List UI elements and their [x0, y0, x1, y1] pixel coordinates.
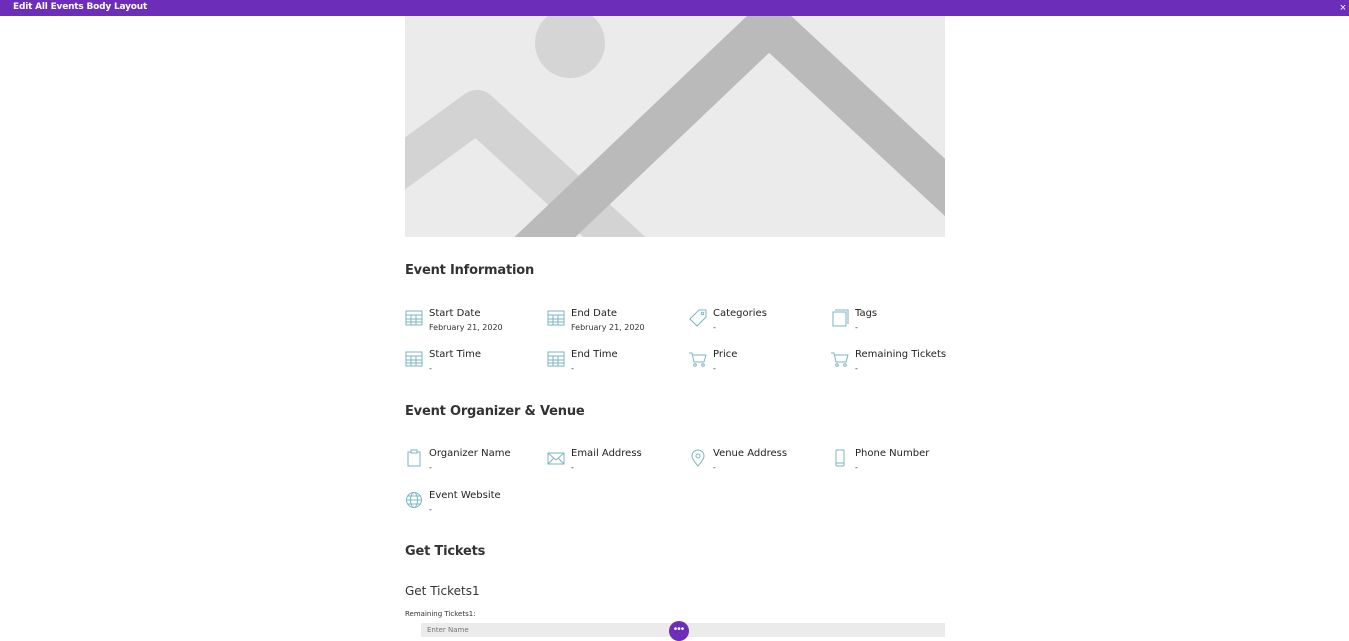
info-label: Organizer Name: [429, 448, 511, 459]
calendar-icon: [405, 310, 423, 326]
info-price: Price -: [689, 349, 829, 381]
info-value: -: [713, 323, 716, 332]
info-label: Event Website: [429, 490, 501, 501]
map-pin-icon: [691, 449, 705, 467]
info-end-time: End Time -: [547, 349, 687, 381]
get-tickets-heading: Get Tickets: [405, 544, 486, 559]
info-remaining-tickets: Remaining Tickets -: [831, 349, 971, 381]
info-value: -: [571, 463, 574, 472]
info-value: -: [713, 364, 716, 373]
info-value: -: [429, 463, 432, 472]
info-label: End Time: [571, 349, 618, 360]
info-label: Categories: [713, 308, 767, 319]
organizer-venue-heading: Event Organizer & Venue: [405, 404, 585, 419]
info-end-date: End Date February 21, 2020: [547, 308, 687, 340]
info-value: -: [429, 364, 432, 373]
info-venue-address: Venue Address -: [689, 448, 829, 480]
info-organizer-name: Organizer Name -: [405, 448, 545, 480]
info-value: -: [571, 364, 574, 373]
info-label: Phone Number: [855, 448, 930, 459]
info-label: End Date: [571, 308, 618, 319]
cart-icon: [689, 352, 707, 367]
info-categories: Categories -: [689, 308, 829, 340]
calendar-icon: [547, 310, 565, 326]
info-label: Email Address: [571, 448, 642, 459]
builder-topbar: Edit All Events Body Layout ×: [0, 0, 1349, 16]
tag-icon: [689, 309, 707, 327]
info-label: Start Date: [429, 308, 481, 319]
cart-icon: [831, 352, 849, 367]
info-event-website: Event Website -: [405, 490, 545, 522]
more-icon[interactable]: •••: [669, 621, 689, 641]
info-value: -: [713, 463, 716, 472]
info-start-date: Start Date February 21, 2020: [405, 308, 545, 340]
info-email-address: Email Address -: [547, 448, 687, 480]
clipboard-icon: [407, 449, 421, 467]
info-label: Tags: [855, 308, 878, 319]
info-value: February 21, 2020: [571, 323, 645, 332]
calendar-icon: [405, 351, 423, 367]
image-placeholder-icon: [405, 16, 945, 237]
info-label: Remaining Tickets: [855, 349, 947, 360]
info-phone-number: Phone Number -: [831, 448, 971, 480]
globe-icon: [406, 492, 422, 508]
tags-icon: [832, 309, 849, 327]
info-tags: Tags -: [831, 308, 971, 340]
info-value: -: [855, 323, 858, 332]
info-label: Price: [713, 349, 738, 360]
close-icon[interactable]: ×: [1337, 0, 1349, 16]
builder-title: Edit All Events Body Layout: [13, 2, 148, 12]
info-start-time: Start Time -: [405, 349, 545, 381]
calendar-icon: [547, 351, 565, 367]
phone-icon: [835, 449, 845, 467]
info-label: Venue Address: [713, 448, 788, 459]
remaining-tickets-label: Remaining Tickets1:: [405, 610, 476, 618]
info-value: -: [855, 463, 858, 472]
envelope-icon: [547, 452, 565, 465]
info-value: February 21, 2020: [429, 323, 503, 332]
ticket-type-title: Get Tickets1: [405, 584, 480, 598]
info-value: -: [855, 364, 858, 373]
info-label: Start Time: [429, 349, 482, 360]
info-value: -: [429, 505, 432, 514]
event-information-heading: Event Information: [405, 263, 535, 278]
